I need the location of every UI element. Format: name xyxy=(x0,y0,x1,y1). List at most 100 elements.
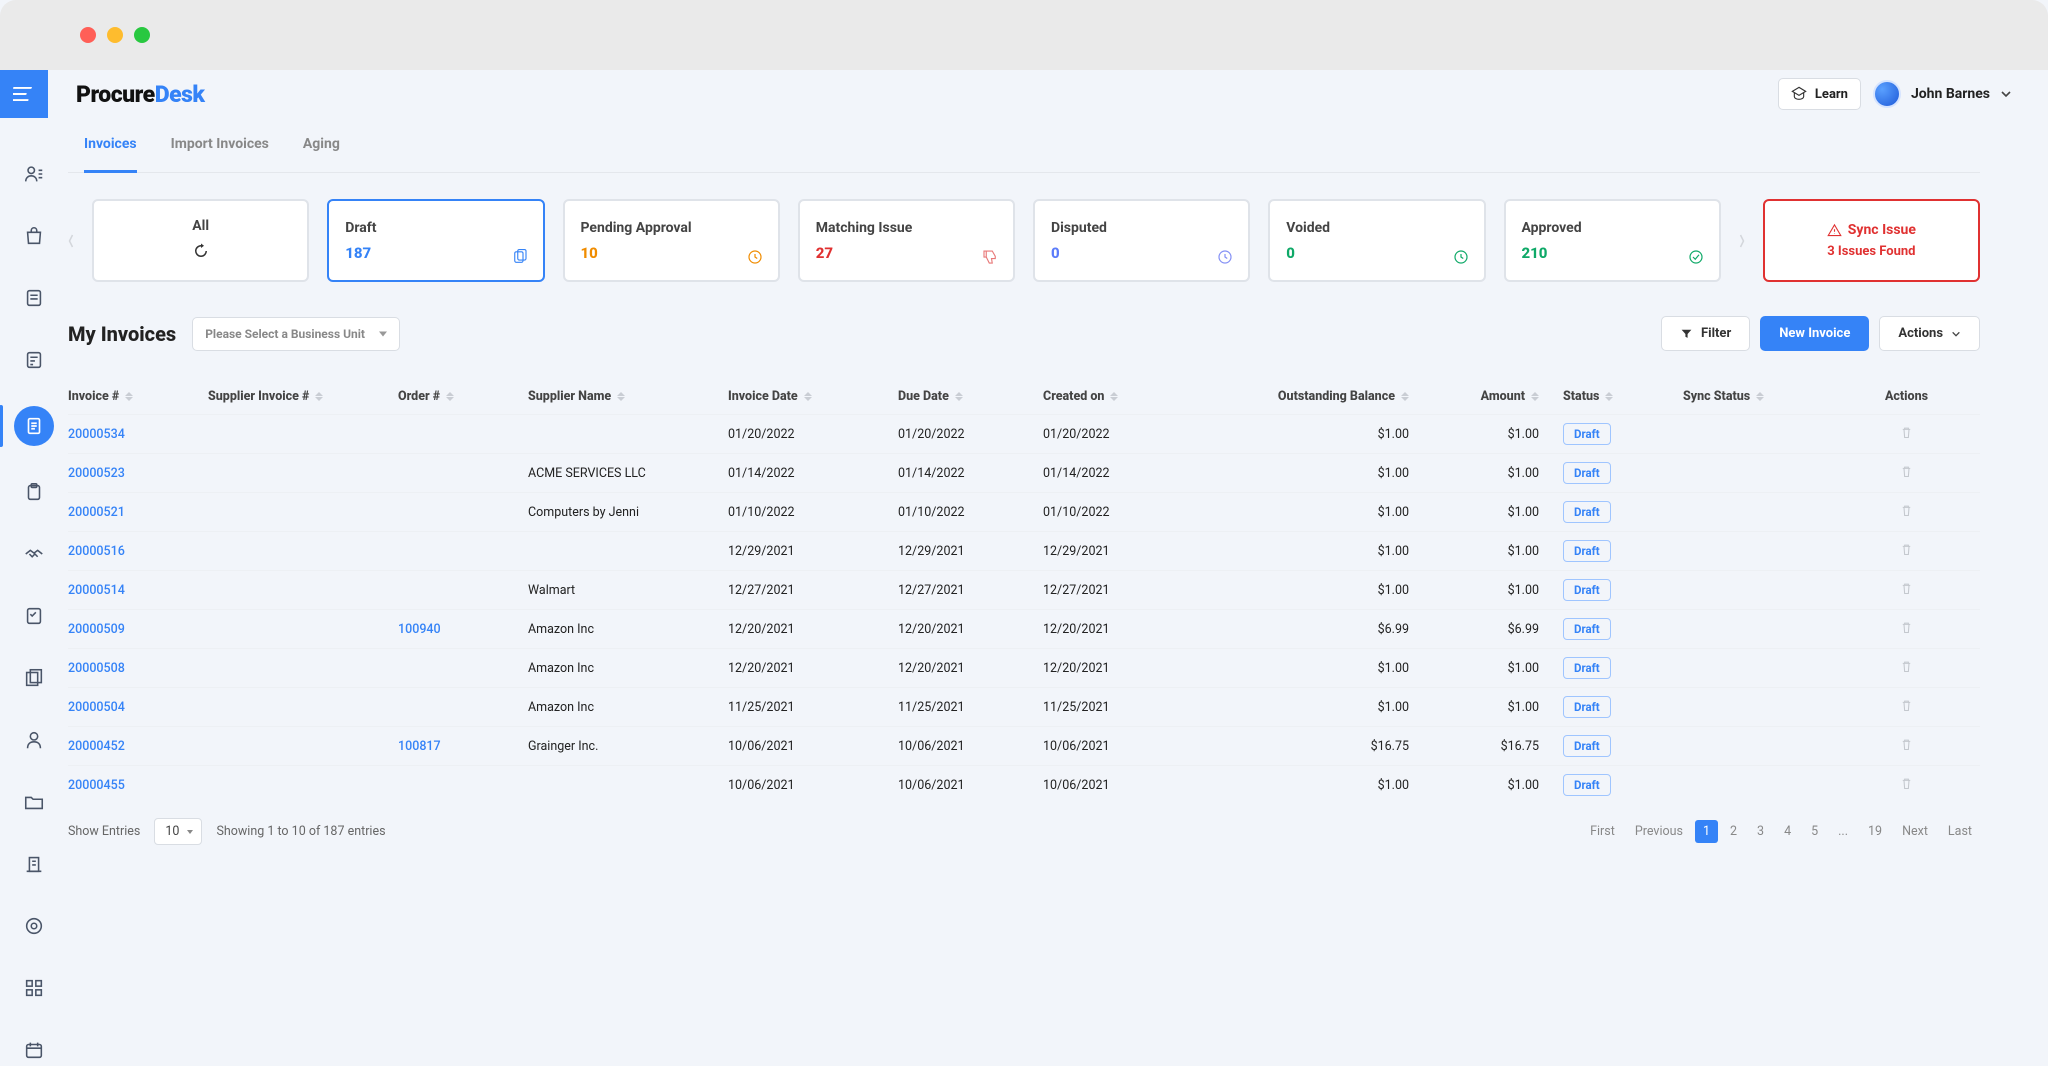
delete-button[interactable] xyxy=(1899,542,1914,561)
idate-cell: 12/20/2021 xyxy=(728,661,898,676)
maximize-icon[interactable] xyxy=(134,27,150,43)
sidebar-item-shop[interactable] xyxy=(18,220,50,252)
col-obal[interactable]: Outstanding Balance xyxy=(1193,379,1433,414)
invoice-link[interactable]: 20000509 xyxy=(68,622,208,637)
request-icon xyxy=(23,287,45,309)
invoice-link[interactable]: 20000452 xyxy=(68,739,208,754)
card-matching[interactable]: Matching Issue 27 xyxy=(798,199,1015,282)
delete-button[interactable] xyxy=(1899,620,1914,639)
page-last-num[interactable]: 19 xyxy=(1860,820,1890,843)
card-sync-issue[interactable]: Sync Issue 3 Issues Found xyxy=(1763,199,1980,282)
sidebar-item-invoices[interactable] xyxy=(14,406,54,446)
actions-cell xyxy=(1833,542,1980,561)
card-approved[interactable]: Approved 210 xyxy=(1504,199,1721,282)
new-invoice-button[interactable]: New Invoice xyxy=(1760,316,1869,351)
tab-invoices[interactable]: Invoices xyxy=(84,118,137,173)
order-link[interactable]: 100817 xyxy=(398,739,528,754)
invoice-link[interactable]: 20000523 xyxy=(68,466,208,481)
menu-toggle-button[interactable] xyxy=(0,70,48,118)
sort-icon xyxy=(1605,392,1613,401)
col-sname[interactable]: Supplier Name xyxy=(528,379,728,414)
card-pending[interactable]: Pending Approval 10 xyxy=(563,199,780,282)
copy-icon xyxy=(511,248,529,266)
sidebar-item-apps[interactable] xyxy=(18,972,50,1004)
sidebar-item-company[interactable] xyxy=(18,848,50,880)
user-menu[interactable]: John Barnes xyxy=(1873,80,2012,108)
col-idate[interactable]: Invoice Date xyxy=(728,379,898,414)
status-cell: Draft xyxy=(1563,657,1683,679)
col-sinvoice[interactable]: Supplier Invoice # xyxy=(208,379,398,414)
status-badge: Draft xyxy=(1563,423,1611,445)
delete-button[interactable] xyxy=(1899,581,1914,600)
col-order[interactable]: Order # xyxy=(398,379,528,414)
col-ddate[interactable]: Due Date xyxy=(898,379,1043,414)
delete-button[interactable] xyxy=(1899,425,1914,444)
col-cdate[interactable]: Created on xyxy=(1043,379,1193,414)
scroll-right-button[interactable] xyxy=(1739,211,1745,271)
page-1[interactable]: 1 xyxy=(1695,820,1718,843)
card-voided[interactable]: Voided 0 xyxy=(1268,199,1485,282)
page-3[interactable]: 3 xyxy=(1749,820,1772,843)
invoice-link[interactable]: 20000534 xyxy=(68,427,208,442)
invoice-link[interactable]: 20000508 xyxy=(68,661,208,676)
sidebar-item-person[interactable] xyxy=(18,724,50,756)
sidebar-item-vendors[interactable] xyxy=(18,538,50,570)
tab-import[interactable]: Import Invoices xyxy=(171,118,269,172)
sidebar-item-calendar[interactable] xyxy=(18,1034,50,1066)
ddate-cell: 10/06/2021 xyxy=(898,778,1043,793)
grid-icon xyxy=(23,977,45,999)
card-all[interactable]: All xyxy=(92,199,309,282)
delete-button[interactable] xyxy=(1899,698,1914,717)
page-prev[interactable]: Previous xyxy=(1627,820,1691,843)
page-4[interactable]: 4 xyxy=(1776,820,1799,843)
delete-button[interactable] xyxy=(1899,737,1914,756)
col-sync[interactable]: Sync Status xyxy=(1683,379,1833,414)
sidebar-item-order[interactable] xyxy=(18,344,50,376)
layout: Invoices Import Invoices Aging All Draft… xyxy=(0,118,2048,1066)
col-amount[interactable]: Amount xyxy=(1433,379,1563,414)
bu-select[interactable]: Please Select a Business Unit xyxy=(192,317,400,351)
thumbs-down-icon xyxy=(981,248,999,266)
page-first[interactable]: First xyxy=(1582,820,1623,843)
delete-button[interactable] xyxy=(1899,659,1914,678)
sname-cell: Amazon Inc xyxy=(528,622,728,637)
filter-label: Filter xyxy=(1701,326,1731,341)
sidebar-item-library[interactable] xyxy=(18,662,50,694)
invoice-link[interactable]: 20000516 xyxy=(68,544,208,559)
sort-icon xyxy=(804,392,812,401)
minimize-icon[interactable] xyxy=(107,27,123,43)
invoice-link[interactable]: 20000514 xyxy=(68,583,208,598)
page-2[interactable]: 2 xyxy=(1722,820,1745,843)
delete-button[interactable] xyxy=(1899,464,1914,483)
col-invoice[interactable]: Invoice # xyxy=(68,379,208,414)
col-status[interactable]: Status xyxy=(1563,379,1683,414)
page-next[interactable]: Next xyxy=(1894,820,1936,843)
tab-aging[interactable]: Aging xyxy=(303,118,340,172)
page-lastbtn[interactable]: Last xyxy=(1940,820,1980,843)
close-icon[interactable] xyxy=(80,27,96,43)
order-link[interactable]: 100940 xyxy=(398,622,528,637)
filter-button[interactable]: Filter xyxy=(1661,316,1750,351)
card-disputed[interactable]: Disputed 0 xyxy=(1033,199,1250,282)
invoice-link[interactable]: 20000521 xyxy=(68,505,208,520)
amount-cell: $1.00 xyxy=(1433,427,1563,442)
invoice-link[interactable]: 20000504 xyxy=(68,700,208,715)
idate-cell: 12/20/2021 xyxy=(728,622,898,637)
scroll-left-button[interactable] xyxy=(68,211,74,271)
entries-select[interactable]: 10 xyxy=(154,818,202,845)
delete-button[interactable] xyxy=(1899,776,1914,795)
sidebar-item-receipts[interactable] xyxy=(18,476,50,508)
actions-button[interactable]: Actions xyxy=(1879,316,1980,351)
sidebar-item-folder[interactable] xyxy=(18,786,50,818)
invoice-link[interactable]: 20000455 xyxy=(68,778,208,793)
sidebar-item-contacts[interactable] xyxy=(18,158,50,190)
status-cell: Draft xyxy=(1563,696,1683,718)
card-draft[interactable]: Draft 187 xyxy=(327,199,544,282)
delete-button[interactable] xyxy=(1899,503,1914,522)
card-title: All xyxy=(110,218,291,234)
page-5[interactable]: 5 xyxy=(1803,820,1826,843)
sidebar-item-settings[interactable] xyxy=(18,910,50,942)
sidebar-item-checklist[interactable] xyxy=(18,600,50,632)
sidebar-item-req[interactable] xyxy=(18,282,50,314)
learn-button[interactable]: Learn xyxy=(1778,78,1861,110)
